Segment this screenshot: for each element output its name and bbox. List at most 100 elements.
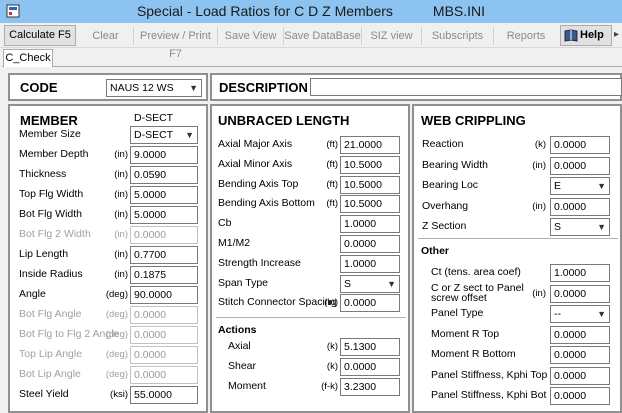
calculate-button[interactable]: Calculate F5 [4, 25, 76, 46]
overflow-caret-icon[interactable]: ▸ [614, 29, 619, 40]
field-select-value: E [554, 180, 562, 192]
field-label-line2: screw offset [431, 291, 487, 304]
field-input[interactable]: 0.0000 [340, 294, 400, 313]
field-input[interactable]: 0.0000 [550, 136, 610, 154]
field-unit: (in) [114, 269, 128, 280]
field-input[interactable]: 5.1300 [340, 338, 400, 356]
field-input[interactable]: 0.0000 [550, 284, 610, 303]
field-input[interactable]: 0.0000 [550, 197, 610, 216]
field-input[interactable]: 0.0000 [340, 358, 400, 376]
field-label: Bearing Width [422, 158, 488, 171]
field-input: 0.0000 [130, 366, 198, 384]
field-input[interactable]: 0.0000 [340, 235, 400, 253]
save-view-button[interactable]: Save View [218, 27, 284, 45]
member-heading: MEMBER [20, 113, 78, 128]
field-label: Span Type [218, 276, 269, 289]
field-label: Overhang [422, 199, 469, 212]
field-unit: (k) [326, 341, 338, 352]
field-input[interactable]: 1.0000 [550, 264, 610, 282]
field-label: Bending Axis Top [218, 177, 299, 190]
field-label: Z Section [422, 220, 467, 232]
code-panel: CODE NAUS 12 WS ▼ [8, 73, 208, 101]
other-divider [418, 238, 618, 239]
actions-heading: Actions [218, 324, 257, 336]
other-heading: Other [421, 245, 450, 257]
field-unit: (in) [532, 200, 546, 212]
field-unit: (deg) [105, 329, 128, 340]
field-input[interactable]: 55.0000 [130, 386, 198, 404]
field-unit: (ksi) [110, 389, 128, 400]
unbraced-length-panel: UNBRACED LENGTH Axial Major Axis (ft) 21.0… [210, 104, 410, 413]
field-label: M1/M2 [218, 237, 251, 249]
field-input[interactable]: 0.1875 [130, 266, 198, 284]
field-label: Angle [19, 288, 46, 300]
save-database-button[interactable]: Save DataBase [284, 27, 362, 45]
field-input[interactable]: 21.0000 [340, 136, 400, 154]
field-label: Moment R Top [431, 327, 500, 340]
field-select[interactable]: S ▼ [550, 218, 610, 236]
preview-print-button[interactable]: Preview / Print F7 [134, 27, 218, 60]
field-select[interactable]: -- ▼ [550, 305, 610, 323]
code-value: NAUS 12 WS [110, 82, 174, 94]
field-input[interactable]: 3.2300 [340, 378, 400, 396]
field-input: 0.0000 [130, 306, 198, 324]
field-select-value: S [554, 221, 562, 233]
siz-view-button[interactable]: SIZ view [362, 27, 422, 45]
field-input[interactable]: 0.0000 [550, 366, 610, 385]
field-label: Shear [228, 360, 257, 372]
field-label: Ct (tens. area coef) [431, 266, 521, 278]
field-label: Bot Lip Angle [19, 368, 81, 380]
field-select[interactable]: S ▼ [340, 274, 400, 293]
field-select[interactable]: D-SECT ▼ [130, 126, 198, 144]
field-input[interactable]: 1.0000 [340, 254, 400, 273]
field-input[interactable]: 90.0000 [130, 286, 198, 304]
field-input[interactable]: 10.5000 [340, 155, 400, 174]
field-input[interactable]: 10.5000 [340, 175, 400, 194]
field-label: Panel Type [431, 307, 484, 319]
description-input[interactable] [310, 78, 622, 96]
field-input[interactable]: 1.0000 [340, 215, 400, 234]
field-input[interactable]: 0.7700 [130, 246, 198, 264]
field-select-value: D-SECT [134, 129, 174, 141]
reports-button[interactable]: Reports [494, 27, 558, 45]
field-unit: (ft) [326, 158, 338, 170]
field-label: Reaction [422, 138, 464, 150]
tab-c-check[interactable]: C_Check [3, 49, 53, 67]
chevron-down-icon: ▼ [387, 278, 396, 289]
field-label: Axial [228, 340, 251, 352]
field-label: Steel Yield [19, 388, 69, 400]
window-title-text: Special - Load Ratios for C D Z Members [136, 3, 393, 19]
field-label: Thickness [19, 168, 67, 180]
web-crippling-panel: WEB CRIPPLING Reaction (k) 0.0000 Bearing W… [412, 104, 622, 413]
field-input[interactable]: 0.0000 [550, 387, 610, 405]
field-select-value: -- [554, 308, 561, 320]
field-label: Bot Flg Angle [19, 308, 82, 320]
field-input[interactable]: 5.0000 [130, 206, 198, 224]
field-label: Moment R Bottom [431, 348, 516, 360]
field-unit: (ft) [326, 178, 338, 190]
field-input[interactable]: 0.0000 [550, 346, 610, 364]
field-label: Top Lip Angle [19, 348, 83, 360]
subscripts-button[interactable]: Subscripts [422, 27, 494, 45]
field-input[interactable]: 10.5000 [340, 195, 400, 214]
field-label: Panel Stiffness, Kphi Bot [431, 389, 547, 401]
field-input[interactable]: 9.0000 [130, 146, 198, 164]
clear-button[interactable]: Clear [78, 27, 134, 45]
chevron-down-icon: ▼ [597, 181, 606, 191]
field-label: Bearing Loc [422, 179, 479, 191]
help-button[interactable]: Help [560, 25, 612, 46]
description-panel: DESCRIPTION [210, 73, 622, 101]
field-unit: (ft) [326, 139, 338, 150]
field-input[interactable]: 5.0000 [130, 186, 198, 204]
field-unit: (in) [532, 159, 546, 171]
field-select[interactable]: E ▼ [550, 177, 610, 195]
field-unit: (in) [114, 189, 128, 200]
field-input[interactable]: 0.0590 [130, 166, 198, 184]
code-select[interactable]: NAUS 12 WS ▼ [106, 79, 202, 97]
field-input[interactable]: 0.0000 [550, 325, 610, 344]
field-unit: (deg) [105, 349, 128, 360]
field-label: Axial Minor Axis [218, 157, 293, 170]
field-unit: (deg) [105, 289, 128, 300]
field-unit: (f-k) [321, 381, 338, 392]
field-input[interactable]: 0.0000 [550, 156, 610, 175]
